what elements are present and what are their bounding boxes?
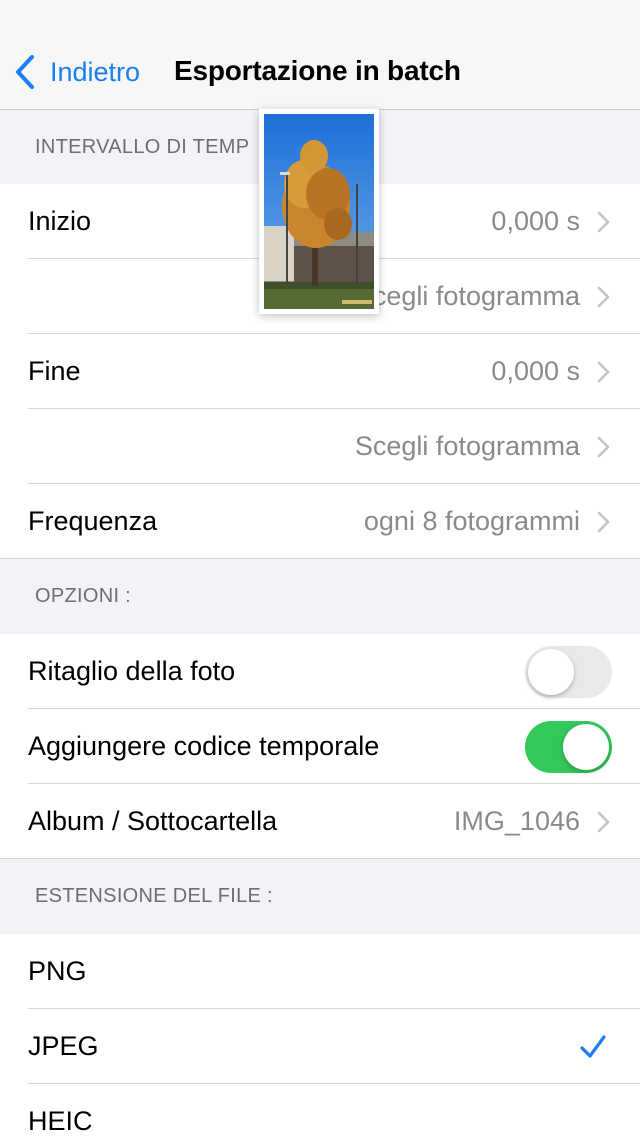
tree-photo: [264, 114, 374, 309]
section-header-file-extension: ESTENSIONE DEL FILE :: [0, 859, 640, 933]
timecode-row: Aggiungere codice temporale: [0, 709, 640, 784]
chevron-right-icon: [597, 511, 610, 533]
crop-toggle[interactable]: [525, 646, 612, 698]
navigation-bar: Indietro Esportazione in batch: [0, 0, 640, 110]
end-row[interactable]: Fine 0,000 s: [0, 334, 640, 409]
frequency-label: Frequenza: [28, 506, 158, 536]
timecode-label: Aggiungere codice temporale: [28, 731, 380, 761]
end-value: 0,000 s: [491, 356, 580, 386]
file-extension-group: PNG JPEG HEIC: [0, 934, 640, 1138]
timecode-toggle[interactable]: [525, 721, 612, 773]
page-title: Esportazione in batch: [174, 55, 461, 86]
start-value: 0,000 s: [491, 206, 580, 236]
chevron-right-icon: [597, 211, 610, 233]
chevron-right-icon: [597, 286, 610, 308]
back-button[interactable]: Indietro: [14, 50, 140, 94]
album-value: IMG_1046: [453, 806, 580, 836]
album-row[interactable]: Album / Sottocartella IMG_1046: [0, 784, 640, 859]
start-label: Inizio: [28, 206, 92, 236]
extension-option-png[interactable]: PNG: [0, 934, 640, 1009]
end-choose-frame-row[interactable]: Scegli fotogramma: [0, 409, 640, 484]
toggle-knob: [528, 649, 574, 695]
chevron-right-icon: [597, 436, 610, 458]
album-label: Album / Sottocartella: [28, 806, 278, 836]
crop-label: Ritaglio della foto: [28, 656, 236, 686]
frame-thumbnail: [259, 109, 379, 314]
extension-option-jpeg[interactable]: JPEG: [0, 1009, 640, 1084]
extension-option-heic[interactable]: HEIC: [0, 1084, 640, 1138]
chevron-left-icon: [16, 55, 34, 89]
toggle-knob: [563, 724, 609, 770]
crop-row: Ritaglio della foto: [0, 634, 640, 709]
chevron-right-icon: [597, 361, 610, 383]
section-header-options: OPZIONI :: [0, 559, 640, 633]
start-choose-frame-value: Scegli fotogramma: [354, 281, 580, 311]
back-button-label: Indietro: [50, 56, 141, 87]
frequency-value: ogni 8 fotogrammi: [363, 506, 580, 536]
options-group: Ritaglio della foto Aggiungere codice te…: [0, 634, 640, 859]
extension-label: HEIC: [28, 1106, 93, 1136]
extension-label: PNG: [28, 956, 87, 986]
chevron-right-icon: [597, 811, 610, 833]
extension-label: JPEG: [28, 1031, 99, 1061]
end-label: Fine: [28, 356, 81, 386]
checkmark-icon: [580, 1035, 606, 1058]
end-choose-frame-value: Scegli fotogramma: [354, 431, 580, 461]
frequency-row[interactable]: Frequenza ogni 8 fotogrammi: [0, 484, 640, 559]
